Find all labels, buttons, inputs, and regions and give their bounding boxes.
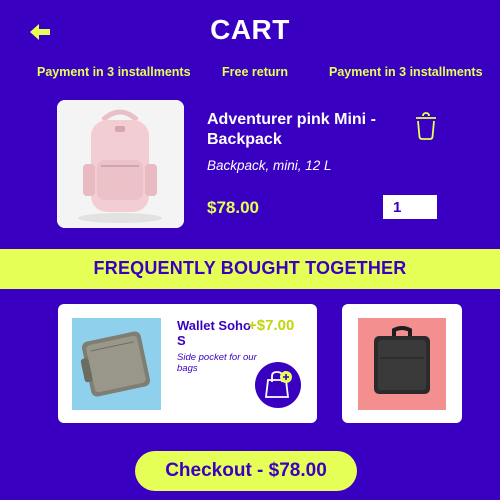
- product-description: Backpack, mini, 12 L: [207, 158, 332, 173]
- cart-screen: CART Payment in 3 installments Free retu…: [0, 0, 500, 500]
- checkout-button[interactable]: Checkout - $78.00: [135, 451, 357, 491]
- pink-backpack-image: [57, 100, 184, 228]
- promo-bar: Payment in 3 installments Free return Pa…: [0, 61, 500, 83]
- product-price: $78.00: [207, 198, 259, 217]
- recommendation-image: [72, 318, 161, 410]
- trash-icon: [416, 112, 436, 140]
- recommendation-price: +$7.00: [248, 317, 295, 334]
- add-to-bag-icon: [264, 371, 292, 398]
- promo-installments: Payment in 3 installments: [37, 65, 191, 79]
- recommendation-image-2: [358, 318, 446, 410]
- black-wallet-image: [358, 318, 446, 410]
- quantity-input[interactable]: [383, 195, 437, 219]
- promo-free-return: Free return: [222, 65, 288, 79]
- promo-installments-2: Payment in 3 installments: [329, 65, 483, 79]
- recommendation-name[interactable]: Wallet Soho S: [177, 318, 257, 348]
- add-to-bag-button[interactable]: [255, 362, 301, 408]
- remove-item-button[interactable]: [414, 112, 438, 140]
- page-title: CART: [210, 14, 290, 45]
- recommendation-card[interactable]: Wallet Soho S +$7.00 Side pocket for our…: [58, 304, 317, 423]
- product-image[interactable]: [57, 100, 184, 228]
- frequently-bought-banner: FREQUENTLY BOUGHT TOGETHER: [0, 249, 500, 289]
- grey-wallet-image: [72, 318, 161, 410]
- section-title: FREQUENTLY BOUGHT TOGETHER: [93, 258, 407, 278]
- recommendation-description: Side pocket for our bags: [177, 352, 257, 374]
- recommendation-card-2[interactable]: [342, 304, 462, 423]
- product-name[interactable]: Adventurer pink Mini - Backpack: [207, 110, 377, 150]
